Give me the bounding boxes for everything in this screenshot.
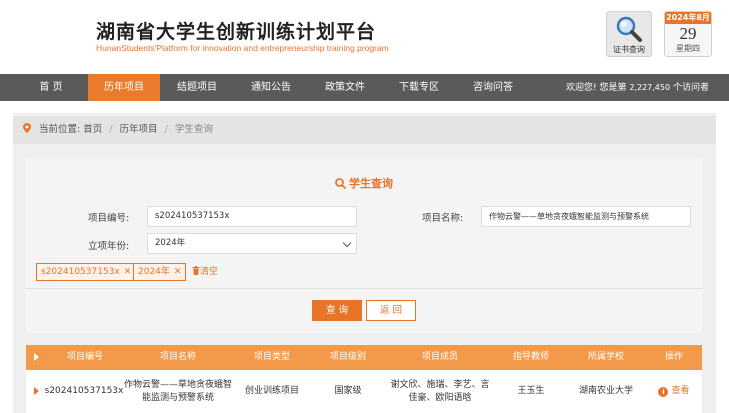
results-table-header: 项目编号 项目名称 项目类型 项目级别 项目成员 指导教师 所属学校 操作 — [26, 345, 702, 370]
col-members: 项目成员 — [421, 352, 458, 362]
year-label: 立项年份: — [88, 241, 130, 252]
year-select-value: 2024年 — [155, 238, 186, 248]
close-icon[interactable]: ✕ — [174, 267, 182, 277]
project-no-input[interactable]: s202410537153x — [147, 206, 357, 227]
filter-tag-year: 2024年 ✕ — [133, 263, 187, 281]
breadcrumb-separator: / — [109, 124, 113, 135]
filter-tag-text: s202410537153x — [41, 267, 120, 277]
visitor-suffix: 个访问者 — [672, 83, 709, 93]
breadcrumb-separator: / — [164, 124, 168, 135]
breadcrumb-home[interactable]: 首页 — [83, 124, 102, 135]
magnifier-icon — [616, 16, 642, 42]
nav-item-home[interactable]: 首 页 — [14, 74, 88, 101]
cell-teacher: 王玉生 — [517, 386, 545, 396]
visitor-prefix: 欢迎您! 您是第 — [566, 83, 627, 93]
cell-school: 湖南农业大学 — [578, 386, 633, 396]
search-icon — [335, 178, 346, 189]
site-title: 湖南省大学生创新训练计划平台 — [96, 21, 377, 43]
col-action: 操作 — [664, 352, 683, 362]
divider — [26, 288, 702, 289]
cell-project-no: s202410537153x — [44, 386, 124, 396]
clear-filters-label: 清空 — [200, 267, 219, 277]
nav-item-past-projects[interactable]: 历年项目 — [88, 74, 160, 101]
filter-tag-project-no: s202410537153x ✕ — [36, 263, 137, 281]
query-button[interactable]: 查 询 — [312, 300, 362, 321]
project-no-label: 项目编号: — [88, 213, 130, 224]
date-weekday: 星期四 — [676, 44, 700, 53]
project-name-label: 项目名称: — [422, 213, 464, 224]
certificate-query-button[interactable]: 证书查询 — [606, 11, 652, 57]
chevron-down-icon — [342, 238, 352, 248]
nav-item-qa[interactable]: 咨询问答 — [456, 74, 530, 101]
col-teacher: 指导教师 — [512, 352, 549, 362]
view-link[interactable]: i 查看 — [658, 385, 690, 398]
visitor-count: 2,227,450 — [629, 83, 671, 92]
year-select[interactable]: 2024年 — [147, 233, 357, 254]
cell-members: 谢文欣、施瑞、李艺、言佳豪、欧阳语晗 — [390, 379, 490, 403]
info-icon: i — [658, 387, 669, 397]
table-row: s202410537153x 作物云警——草地贪夜蛾智能监测与预警系统 创业训练… — [26, 370, 702, 413]
search-panel-title-text: 学生查询 — [349, 177, 393, 190]
visitor-counter: 欢迎您! 您是第 2,227,450 个访问者 — [566, 74, 709, 102]
project-name-input[interactable]: 作物云警——草地贪夜蛾智能监测与预警系统 — [481, 206, 691, 227]
col-project-type: 项目类型 — [253, 352, 290, 362]
caret-right-icon — [34, 353, 39, 361]
col-school: 所属学校 — [587, 352, 624, 362]
date-widget: 2024年8月 29 星期四 — [664, 11, 712, 57]
breadcrumb: 当前位置: 首页 / 历年项目 / 学生查询 — [13, 116, 716, 144]
location-pin-icon — [23, 123, 31, 133]
col-project-name: 项目名称 — [159, 352, 196, 362]
cell-project-name: 作物云警——草地贪夜蛾智能监测与预警系统 — [124, 379, 233, 403]
breadcrumb-prefix: 当前位置: — [39, 124, 81, 135]
nav-item-completed-projects[interactable]: 结题项目 — [160, 74, 234, 101]
site-header: 湖南省大学生创新训练计划平台 HunanStudents'Platform fo… — [0, 0, 729, 74]
search-panel: 学生查询 项目编号: s202410537153x 项目名称: 作物云警——草地… — [26, 158, 702, 333]
main-nav: 首 页 历年项目 结题项目 通知公告 政策文件 下载专区 咨询问答 欢迎您! 您… — [0, 74, 729, 101]
date-day: 29 — [679, 24, 697, 43]
trash-icon — [192, 266, 200, 275]
date-month: 2024年8月 — [665, 12, 711, 24]
nav-item-policy-documents[interactable]: 政策文件 — [308, 74, 382, 101]
close-icon[interactable]: ✕ — [124, 267, 132, 277]
clear-filters-button[interactable]: 清空 — [192, 263, 218, 281]
certificate-query-label: 证书查询 — [613, 45, 645, 54]
nav-item-announcements[interactable]: 通知公告 — [234, 74, 308, 101]
caret-right-icon — [34, 387, 39, 395]
col-project-no: 项目编号 — [66, 352, 103, 362]
breadcrumb-current: 学生查询 — [174, 124, 213, 135]
breadcrumb-past-projects[interactable]: 历年项目 — [120, 124, 158, 135]
cell-project-type: 创业训练项目 — [244, 386, 299, 396]
cell-level: 国家级 — [334, 386, 362, 396]
cell-action: i 查看 — [646, 370, 702, 413]
filter-tag-text: 2024年 — [138, 267, 170, 277]
site-subtitle: HunanStudents'Platform for innovation an… — [96, 43, 389, 53]
search-panel-title: 学生查询 — [26, 175, 702, 191]
col-level: 项目级别 — [329, 352, 366, 362]
nav-item-downloads[interactable]: 下载专区 — [382, 74, 456, 101]
back-button[interactable]: 返 回 — [366, 300, 416, 321]
